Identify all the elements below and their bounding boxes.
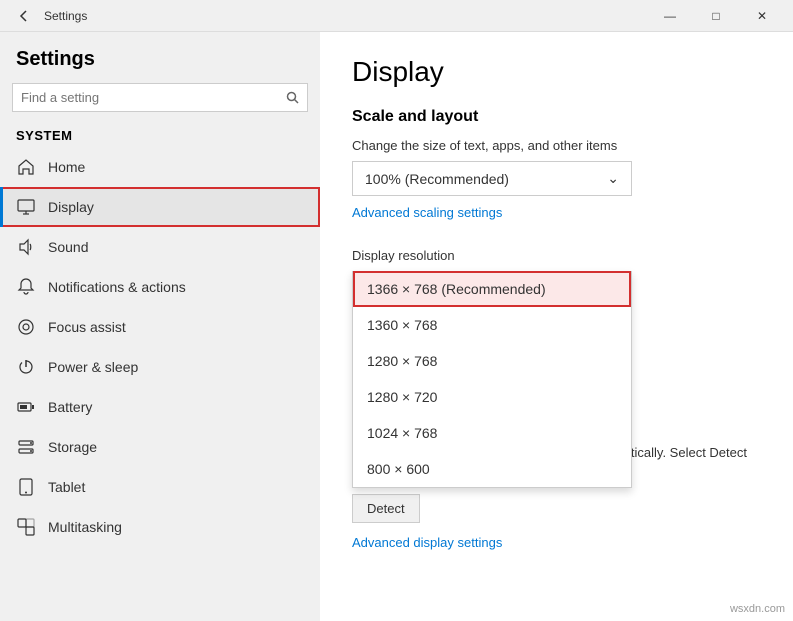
sidebar-title: Settings [0,32,320,79]
sidebar-label-multitasking: Multitasking [48,519,122,535]
resolution-option-1[interactable]: 1360 × 768 [353,307,631,343]
scale-section-title: Scale and layout [352,108,761,126]
titlebar-title: Settings [40,9,647,23]
sidebar-item-focus[interactable]: Focus assist [0,307,320,347]
sidebar-item-notifications[interactable]: Notifications & actions [0,267,320,307]
power-icon [16,357,36,377]
watermark: wsxdn.com [730,603,785,615]
sidebar-item-multitasking[interactable]: Multitasking [0,507,320,547]
titlebar: Settings — □ ✕ [0,0,793,32]
multitasking-icon [16,517,36,537]
sidebar-label-notifications: Notifications & actions [48,279,186,295]
search-box[interactable] [12,83,308,112]
advanced-display-link[interactable]: Advanced display settings [352,535,502,550]
resolution-option-2[interactable]: 1280 × 768 [353,343,631,379]
sidebar-item-storage[interactable]: Storage [0,427,320,467]
battery-icon [16,397,36,417]
maximize-button[interactable]: □ [693,0,739,32]
resolution-dropdown-list: 1366 × 768 (Recommended) 1360 × 768 1280… [352,271,632,488]
sidebar-item-tablet[interactable]: Tablet [0,467,320,507]
resolution-section: Display resolution 1366 × 768 (Recommend… [352,248,761,263]
close-button[interactable]: ✕ [739,0,785,32]
sidebar-section-label: System [0,124,320,147]
resolution-option-5[interactable]: 800 × 600 [353,451,631,487]
home-icon [16,157,36,177]
tablet-icon [16,477,36,497]
back-button[interactable] [8,0,40,32]
resolution-option-0[interactable]: 1366 × 768 (Recommended) [353,271,631,307]
search-input[interactable] [13,84,278,111]
notifications-icon [16,277,36,297]
resolution-option-3[interactable]: 1280 × 720 [353,379,631,415]
page-title: Display [352,56,761,88]
sidebar: Settings System Home Display [0,32,320,621]
sidebar-item-sound[interactable]: Sound [0,227,320,267]
content-area: Display Scale and layout Change the size… [320,32,793,621]
sidebar-item-battery[interactable]: Battery [0,387,320,427]
sidebar-label-home: Home [48,159,85,175]
scale-dropdown[interactable]: 100% (Recommended) ⌄ [352,161,632,196]
sidebar-label-sound: Sound [48,239,88,255]
sidebar-item-display[interactable]: Display [0,187,320,227]
sidebar-label-power: Power & sleep [48,359,138,375]
sidebar-label-tablet: Tablet [48,479,85,495]
sound-icon [16,237,36,257]
scale-dropdown-value: 100% (Recommended) [365,171,509,187]
sidebar-item-power[interactable]: Power & sleep [0,347,320,387]
resolution-option-4[interactable]: 1024 × 768 [353,415,631,451]
sidebar-item-home[interactable]: Home [0,147,320,187]
display-icon [16,197,36,217]
focus-icon [16,317,36,337]
search-icon [278,91,307,104]
sidebar-label-storage: Storage [48,439,97,455]
detect-button[interactable]: Detect [352,494,420,523]
scale-dropdown-wrapper: 100% (Recommended) ⌄ [352,161,761,196]
storage-icon [16,437,36,457]
sidebar-label-display: Display [48,199,94,215]
main-layout: Settings System Home Display [0,32,793,621]
sidebar-label-focus: Focus assist [48,319,126,335]
titlebar-controls: — □ ✕ [647,0,785,32]
advanced-scaling-link[interactable]: Advanced scaling settings [352,205,502,220]
scale-label: Change the size of text, apps, and other… [352,138,761,153]
sidebar-label-battery: Battery [48,399,92,415]
minimize-button[interactable]: — [647,0,693,32]
chevron-down-icon: ⌄ [607,170,619,187]
resolution-label: Display resolution [352,248,761,263]
